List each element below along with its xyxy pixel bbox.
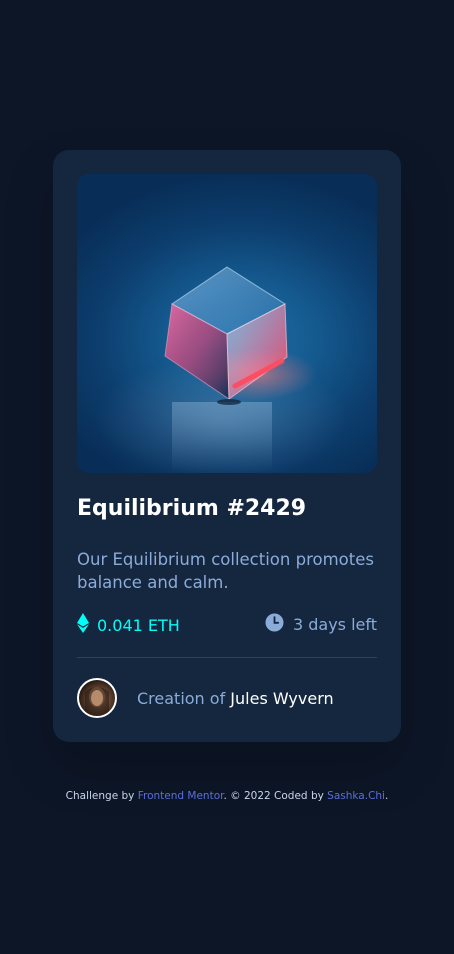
equilibrium-image[interactable] — [77, 174, 377, 473]
card-title[interactable]: Equilibrium #2429 — [77, 496, 306, 521]
frontend-mentor-link[interactable]: Frontend Mentor — [138, 790, 224, 802]
attribution: Challenge by Frontend Mentor. © 2022 Cod… — [0, 790, 454, 802]
clock-icon — [265, 613, 284, 636]
divider — [77, 657, 377, 658]
creator-prefix: Creation of — [137, 688, 231, 708]
attribution-text-1: Challenge by — [65, 790, 138, 802]
price: 0.041 ETH — [77, 613, 180, 637]
ethereum-icon — [77, 613, 89, 637]
time-left-value: 3 days left — [292, 615, 377, 634]
cube-illustration — [164, 266, 317, 472]
card-description: Our Equilibrium collection promotes bala… — [77, 550, 374, 592]
card-stats: 0.041 ETH 3 days left — [77, 613, 377, 639]
page: Equilibrium #2429 Our Equilibrium collec… — [0, 0, 454, 954]
creator-name[interactable]: Jules Wyvern — [230, 689, 333, 708]
time-remaining: 3 days left — [265, 613, 377, 636]
price-value: 0.041 ETH — [97, 615, 180, 635]
creator-row: Creation of Jules Wyvern — [77, 678, 377, 718]
attribution-text-2: . © 2022 Coded by — [223, 790, 328, 802]
author-link[interactable]: Sashka.Chi — [327, 790, 385, 802]
attribution-text-3: . — [384, 790, 389, 802]
creator-text: Creation of Jules Wyvern — [137, 689, 334, 708]
nft-preview-card: Equilibrium #2429 Our Equilibrium collec… — [53, 150, 401, 742]
avatar — [77, 678, 117, 718]
